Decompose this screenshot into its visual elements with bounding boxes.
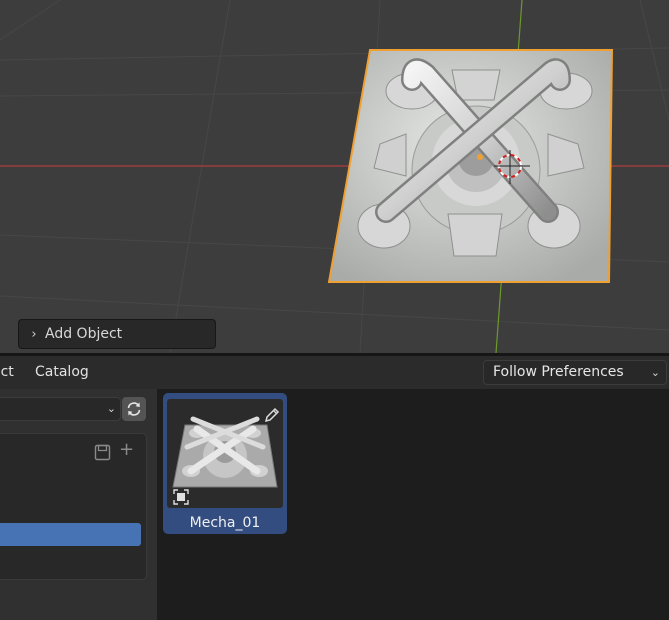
asset-tile[interactable]: Mecha_01 bbox=[163, 393, 287, 534]
redo-panel-label: Add Object bbox=[45, 326, 123, 342]
3d-viewport[interactable]: › Add Object bbox=[0, 0, 669, 353]
menu-catalog[interactable]: Catalog bbox=[35, 364, 89, 380]
mecha-object[interactable] bbox=[327, 49, 614, 283]
asset-library-dropdown[interactable]: ⌄ bbox=[0, 397, 121, 421]
asset-browser-header: ect Catalog Follow Preferences ⌄ bbox=[0, 356, 669, 389]
catalog-tree: + bbox=[0, 433, 147, 580]
save-catalogs-icon[interactable] bbox=[94, 444, 111, 461]
asset-grid: Mecha_01 bbox=[157, 389, 669, 620]
chevron-down-icon: ⌄ bbox=[106, 402, 116, 415]
asset-browser: ect Catalog Follow Preferences ⌄ ⌄ + bbox=[0, 356, 669, 620]
asset-name: Mecha_01 bbox=[189, 515, 261, 531]
chevron-down-icon: ⌄ bbox=[650, 366, 660, 379]
add-catalog-icon[interactable]: + bbox=[119, 441, 134, 459]
import-method-dropdown[interactable]: Follow Preferences ⌄ bbox=[483, 360, 667, 385]
object-origin bbox=[477, 154, 483, 160]
asset-type-icon bbox=[173, 489, 189, 505]
adjust-last-operation-panel[interactable]: › Add Object bbox=[18, 319, 216, 349]
menu-select[interactable]: ect bbox=[0, 364, 14, 380]
asset-browser-sidebar: ⌄ + bbox=[0, 389, 157, 620]
refresh-icon bbox=[127, 402, 141, 416]
refresh-library-button[interactable] bbox=[122, 397, 146, 421]
edit-asset-icon[interactable] bbox=[263, 406, 281, 424]
viewport-scene bbox=[0, 0, 669, 353]
import-method-value: Follow Preferences bbox=[493, 364, 624, 380]
chevron-right-icon: › bbox=[31, 326, 37, 342]
catalog-item-selected[interactable] bbox=[0, 523, 141, 546]
